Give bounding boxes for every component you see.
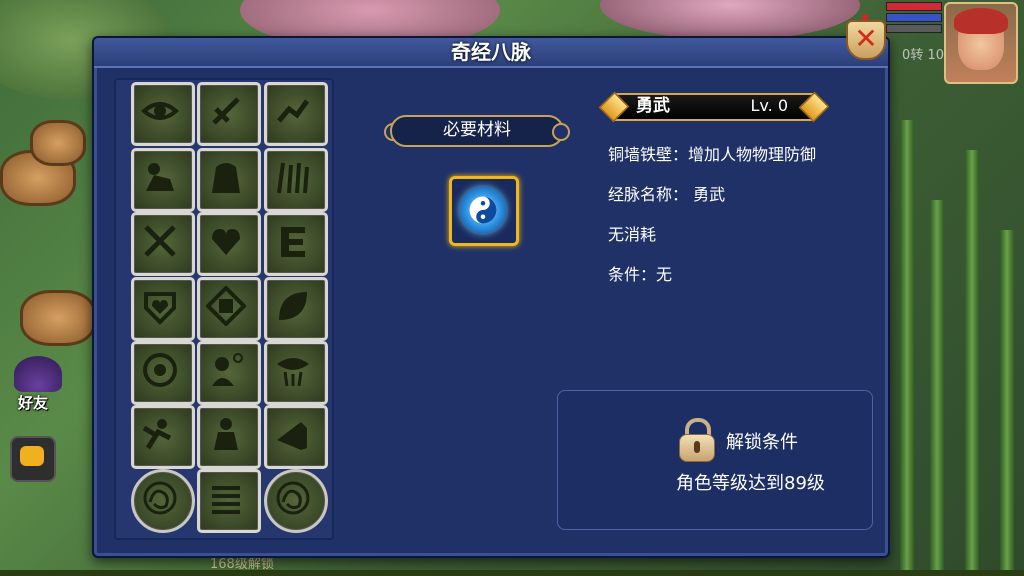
meridian-node-cell[interactable] <box>197 405 261 469</box>
dragon-coin-icon <box>143 481 177 515</box>
bamboo-stalk <box>930 200 944 576</box>
meridian-node-cell[interactable] <box>264 82 328 146</box>
meridian-node-cell[interactable] <box>197 469 261 533</box>
status-bars <box>886 2 942 35</box>
running-figure-icon <box>277 99 310 123</box>
crossed-swords-icon <box>144 225 176 257</box>
grass-icon <box>277 162 309 194</box>
warrior-riding-icon <box>146 163 174 191</box>
friends-label: 好友 <box>18 394 49 412</box>
shield-heart-icon <box>144 292 176 325</box>
player-portrait[interactable] <box>944 2 1018 84</box>
dragon-coin-icon <box>276 481 310 515</box>
brave-seal-icon <box>206 286 246 326</box>
bamboo-stalk <box>965 150 979 576</box>
portrait-hair <box>954 8 1008 34</box>
meridian-node-cell[interactable] <box>131 277 195 341</box>
taiji-symbol-icon <box>469 196 497 224</box>
heart-icon <box>212 229 240 255</box>
material-item-slot[interactable] <box>449 176 519 246</box>
meridian-name: 勇武 <box>636 96 670 116</box>
hud-bottom-bar <box>0 570 1024 576</box>
meridian-node-cell[interactable] <box>264 212 328 276</box>
cost-text: 无消耗 <box>608 225 657 244</box>
eye-glyph-icon <box>277 358 309 387</box>
bamboo-stalk <box>900 120 914 576</box>
leaf-icon <box>279 292 307 320</box>
unlock-requirement: 角色等级达到89级 <box>676 473 825 494</box>
meridian-name-text: 经脉名称： 勇武 <box>608 185 726 204</box>
lock-icon <box>679 418 715 462</box>
lock-keyhole <box>694 441 700 453</box>
horn-icon <box>277 422 307 450</box>
eye-icon <box>140 102 180 120</box>
tree-stump <box>30 120 86 166</box>
meridian-node-cell[interactable] <box>131 469 195 533</box>
meridian-node-cell[interactable] <box>264 469 328 533</box>
meridian-node-cell[interactable] <box>264 405 328 469</box>
sword-slash-icon <box>212 97 240 125</box>
meridian-level: Lv. 0 <box>750 96 789 115</box>
close-button[interactable]: ✕ <box>846 14 886 60</box>
notification-dot <box>862 14 868 20</box>
bamboo-stalk <box>1000 230 1014 576</box>
friend-avatar-icon <box>14 356 62 392</box>
meridian-node-cell[interactable] <box>131 82 195 146</box>
swirl-icon <box>143 353 177 387</box>
materials-banner: 必要材料 <box>384 115 570 147</box>
seated-figure-icon <box>214 418 238 450</box>
chat-bubble-icon <box>20 446 44 466</box>
meridian-node-cell[interactable] <box>264 341 328 405</box>
chat-button[interactable] <box>10 436 56 482</box>
condition-text: 条件：无 <box>608 265 673 284</box>
meridian-node-cell[interactable] <box>131 341 195 405</box>
unlock-conditions-box <box>557 390 873 530</box>
fighter-icon <box>142 419 172 450</box>
side-stat-text: 0转 10 <box>902 48 944 63</box>
meridian-node-cell[interactable] <box>197 341 261 405</box>
meridian-name-banner: 勇武 Lv. 0 <box>598 90 830 123</box>
glyph-e-icon <box>281 227 305 257</box>
meridian-node-cell[interactable] <box>197 82 261 146</box>
rock-icon <box>212 163 240 193</box>
tree-stump <box>20 290 96 346</box>
blossom-tree <box>600 0 860 40</box>
meridian-node-cell[interactable] <box>264 277 328 341</box>
meridian-node-cell[interactable] <box>131 405 195 469</box>
thinking-figure-icon <box>212 353 243 386</box>
lock-body <box>679 434 715 462</box>
unlock-title: 解锁条件 <box>726 432 798 453</box>
friends-button[interactable]: 好友 <box>8 356 68 416</box>
stacked-scrolls-icon <box>212 486 240 514</box>
meridian-node-cell[interactable] <box>197 212 261 276</box>
meridian-node-cell[interactable] <box>197 277 261 341</box>
meridian-node-cell[interactable] <box>131 148 195 212</box>
materials-label: 必要材料 <box>443 120 511 140</box>
effect-text: 铜墙铁壁：增加人物物理防御 <box>608 145 817 164</box>
panel-title: 奇经八脉 <box>451 40 531 64</box>
hp-bar <box>886 2 942 11</box>
close-x-icon: ✕ <box>854 22 878 55</box>
meridian-node-cell[interactable] <box>197 148 261 212</box>
exp-bar <box>886 24 942 33</box>
taiji-orb-icon <box>460 187 506 233</box>
mp-bar <box>886 13 942 22</box>
meridian-node-cell[interactable] <box>264 148 328 212</box>
meridian-node-cell[interactable] <box>131 212 195 276</box>
